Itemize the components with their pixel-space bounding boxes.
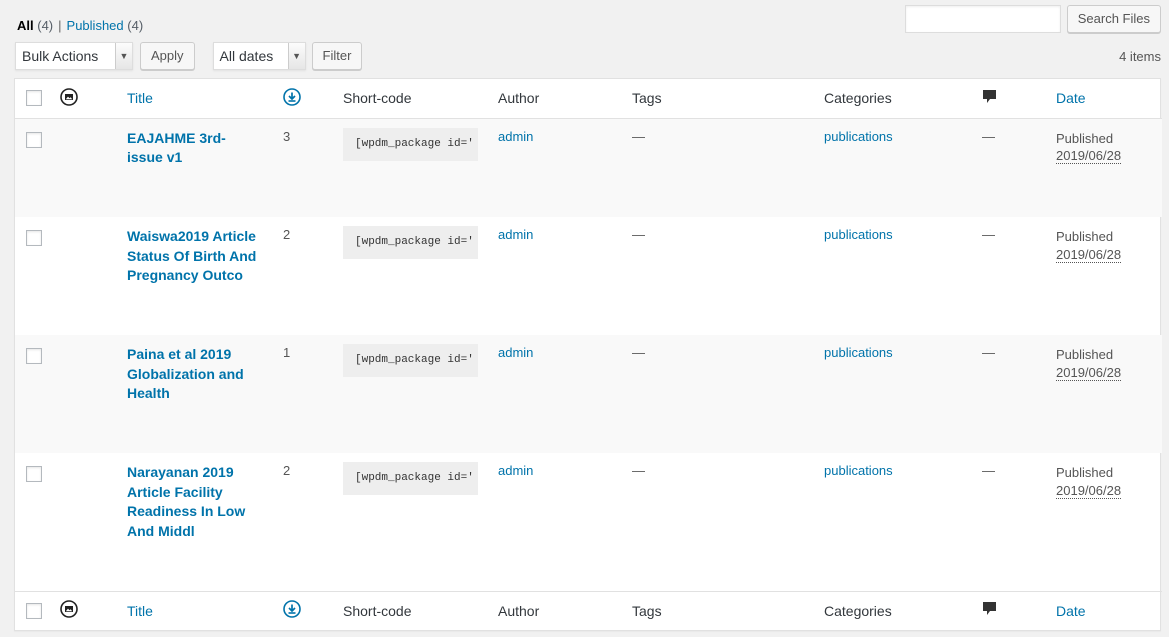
image-icon bbox=[60, 600, 78, 619]
table-row: Waiswa2019 Article Status Of Birth And P… bbox=[15, 217, 1162, 335]
bulk-actions-value: Bulk Actions bbox=[22, 48, 99, 64]
column-shortcode-footer: Short-code bbox=[343, 590, 498, 630]
row-tags: — bbox=[632, 345, 645, 360]
comment-bubble-icon bbox=[982, 601, 997, 620]
row-author-link[interactable]: admin bbox=[498, 345, 533, 360]
row-download-count: 3 bbox=[283, 128, 291, 144]
filter-button[interactable]: Filter bbox=[311, 42, 363, 70]
items-count: 4 items bbox=[1119, 48, 1161, 64]
dates-filter-select[interactable]: All dates ▼ bbox=[212, 42, 306, 70]
status-views: All (4) | Published (4) bbox=[17, 18, 143, 33]
download-icon[interactable] bbox=[283, 87, 301, 106]
files-table: Title Short-code Author Tags Categories … bbox=[14, 78, 1162, 631]
image-icon bbox=[60, 87, 78, 106]
row-date: 2019/06/28 bbox=[1056, 246, 1122, 263]
select-all-checkbox-footer[interactable] bbox=[26, 602, 42, 619]
row-title-link[interactable]: EAJAHME 3rd-issue v1 bbox=[127, 129, 257, 168]
row-checkbox[interactable] bbox=[26, 348, 42, 364]
row-title-link[interactable]: Narayanan 2019 Article Facility Readines… bbox=[127, 463, 257, 541]
column-author-footer: Author bbox=[498, 590, 632, 630]
table-row: Narayanan 2019 Article Facility Readines… bbox=[15, 453, 1162, 591]
row-shortcode[interactable]: [wpdm_package id=' bbox=[343, 226, 478, 259]
table-row: Paina et al 2019 Globalization and Healt… bbox=[15, 335, 1162, 453]
view-all-link[interactable]: All (4) bbox=[17, 18, 53, 33]
row-tags: — bbox=[632, 227, 645, 242]
row-status: Published bbox=[1056, 229, 1114, 244]
row-category-link[interactable]: publications bbox=[824, 129, 893, 144]
comment-bubble-icon bbox=[982, 89, 997, 108]
row-title-link[interactable]: Waiswa2019 Article Status Of Birth And P… bbox=[127, 227, 257, 286]
column-title-sort-footer[interactable]: Title bbox=[127, 603, 153, 619]
row-comments: — bbox=[982, 128, 995, 144]
row-checkbox[interactable] bbox=[26, 466, 42, 482]
select-all-checkbox[interactable] bbox=[26, 90, 42, 107]
row-author-link[interactable]: admin bbox=[498, 227, 533, 242]
row-download-count: 2 bbox=[283, 227, 291, 242]
row-shortcode[interactable]: [wpdm_package id=' bbox=[343, 127, 478, 161]
chevron-down-icon: ▼ bbox=[115, 43, 132, 69]
column-categories-footer: Categories bbox=[824, 590, 970, 630]
row-category-link[interactable]: publications bbox=[824, 463, 893, 478]
row-comments: — bbox=[982, 227, 995, 242]
row-tags: — bbox=[632, 128, 645, 144]
table-row: EAJAHME 3rd-issue v1 3 [wpdm_package id=… bbox=[15, 118, 1162, 217]
column-tags: Tags bbox=[632, 79, 824, 119]
column-date-sort-footer[interactable]: Date bbox=[1056, 603, 1086, 619]
row-checkbox[interactable] bbox=[26, 230, 42, 246]
row-date: 2019/06/28 bbox=[1056, 148, 1122, 164]
row-checkbox[interactable] bbox=[26, 131, 42, 148]
row-shortcode[interactable]: [wpdm_package id=' bbox=[343, 344, 478, 377]
row-author-link[interactable]: admin bbox=[498, 129, 533, 144]
table-header-row: Title Short-code Author Tags Categories … bbox=[15, 79, 1162, 119]
row-status: Published bbox=[1056, 347, 1114, 362]
apply-button[interactable]: Apply bbox=[140, 42, 195, 70]
row-tags: — bbox=[632, 463, 645, 478]
table-footer-row: Title Short-code Author Tags Categories … bbox=[15, 590, 1162, 630]
row-download-count: 1 bbox=[283, 345, 291, 360]
column-tags-footer: Tags bbox=[632, 590, 824, 630]
row-status: Published bbox=[1056, 130, 1114, 146]
row-status: Published bbox=[1056, 465, 1114, 480]
row-category-link[interactable]: publications bbox=[824, 227, 893, 242]
row-date: 2019/06/28 bbox=[1056, 364, 1122, 381]
column-shortcode: Short-code bbox=[343, 79, 498, 119]
column-author: Author bbox=[498, 79, 632, 119]
row-comments: — bbox=[982, 345, 995, 360]
tablenav-top: Bulk Actions ▼ Apply All dates ▼ Filter … bbox=[15, 42, 1161, 70]
download-icon[interactable] bbox=[283, 600, 301, 619]
search-input[interactable] bbox=[904, 5, 1061, 33]
dates-filter-value: All dates bbox=[219, 48, 274, 64]
row-category-link[interactable]: publications bbox=[824, 345, 893, 360]
search-files-button[interactable]: Search Files bbox=[1066, 5, 1161, 33]
row-shortcode[interactable]: [wpdm_package id=' bbox=[343, 462, 478, 495]
row-title-link[interactable]: Paina et al 2019 Globalization and Healt… bbox=[127, 345, 257, 404]
view-separator: | bbox=[58, 18, 62, 33]
search-box: Search Files bbox=[904, 5, 1161, 33]
row-comments: — bbox=[982, 463, 995, 478]
view-published-link[interactable]: Published (4) bbox=[67, 18, 144, 33]
row-date: 2019/06/28 bbox=[1056, 482, 1122, 499]
bulk-actions-select[interactable]: Bulk Actions ▼ bbox=[15, 42, 133, 70]
chevron-down-icon: ▼ bbox=[287, 43, 305, 69]
row-download-count: 2 bbox=[283, 463, 291, 478]
column-categories: Categories bbox=[824, 79, 970, 119]
column-date-sort[interactable]: Date bbox=[1056, 90, 1086, 106]
row-author-link[interactable]: admin bbox=[498, 463, 533, 478]
column-title-sort[interactable]: Title bbox=[127, 90, 153, 106]
